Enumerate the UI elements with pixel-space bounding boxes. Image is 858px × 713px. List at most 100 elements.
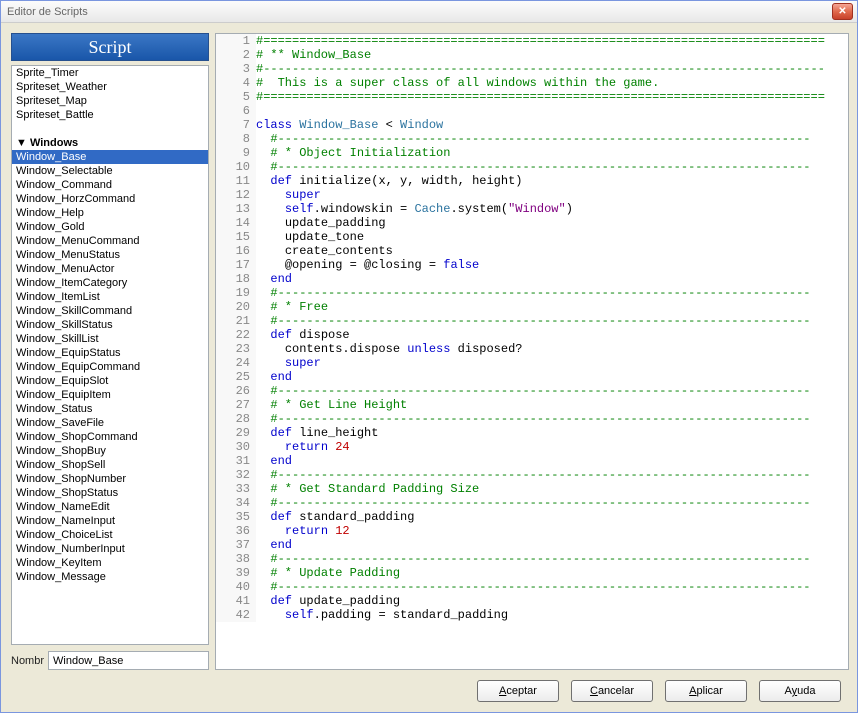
code-line[interactable]: 15 update_tone <box>216 230 848 244</box>
list-item[interactable]: Spriteset_Weather <box>12 80 208 94</box>
list-item[interactable]: Window_ShopCommand <box>12 430 208 444</box>
code-text[interactable]: #---------------------------------------… <box>256 496 848 510</box>
list-item[interactable]: Window_ItemList <box>12 290 208 304</box>
code-line[interactable]: 16 create_contents <box>216 244 848 258</box>
code-line[interactable]: 24 super <box>216 356 848 370</box>
code-text[interactable]: update_tone <box>256 230 848 244</box>
list-item[interactable]: Window_Selectable <box>12 164 208 178</box>
list-item[interactable]: Window_NumberInput <box>12 542 208 556</box>
code-line[interactable]: 3#--------------------------------------… <box>216 62 848 76</box>
list-item[interactable]: Window_Message <box>12 570 208 584</box>
code-text[interactable]: end <box>256 370 848 384</box>
list-item[interactable]: Window_Help <box>12 206 208 220</box>
code-text[interactable]: create_contents <box>256 244 848 258</box>
code-text[interactable]: @opening = @closing = false <box>256 258 848 272</box>
accept-button[interactable]: Aceptar <box>477 680 559 702</box>
code-line[interactable]: 28 #------------------------------------… <box>216 412 848 426</box>
code-text[interactable]: return 24 <box>256 440 848 454</box>
code-text[interactable]: #---------------------------------------… <box>256 286 848 300</box>
list-item[interactable]: Window_NameInput <box>12 514 208 528</box>
list-item[interactable]: Window_NameEdit <box>12 500 208 514</box>
code-text[interactable]: #=======================================… <box>256 34 848 48</box>
list-item[interactable]: Window_Gold <box>12 220 208 234</box>
code-line[interactable]: 32 #------------------------------------… <box>216 468 848 482</box>
help-button[interactable]: Ayuda <box>759 680 841 702</box>
code-line[interactable]: 42 self.padding = standard_padding <box>216 608 848 622</box>
list-item[interactable]: Window_Base <box>12 150 208 164</box>
code-text[interactable]: #---------------------------------------… <box>256 160 848 174</box>
code-line[interactable]: 11 def initialize(x, y, width, height) <box>216 174 848 188</box>
code-line[interactable]: 41 def update_padding <box>216 594 848 608</box>
list-item[interactable]: Window_MenuStatus <box>12 248 208 262</box>
list-item[interactable]: Window_SaveFile <box>12 416 208 430</box>
code-text[interactable]: def update_padding <box>256 594 848 608</box>
list-item[interactable]: Window_HorzCommand <box>12 192 208 206</box>
code-line[interactable]: 26 #------------------------------------… <box>216 384 848 398</box>
code-text[interactable]: end <box>256 454 848 468</box>
code-text[interactable]: update_padding <box>256 216 848 230</box>
code-line[interactable]: 40 #------------------------------------… <box>216 580 848 594</box>
list-item[interactable]: Window_EquipItem <box>12 388 208 402</box>
code-line[interactable]: 1#======================================… <box>216 34 848 48</box>
code-line[interactable]: 34 #------------------------------------… <box>216 496 848 510</box>
list-item[interactable]: Window_MenuActor <box>12 262 208 276</box>
code-text[interactable]: # ** Window_Base <box>256 48 848 62</box>
code-text[interactable]: def dispose <box>256 328 848 342</box>
list-item[interactable]: Window_ShopStatus <box>12 486 208 500</box>
code-text[interactable]: super <box>256 188 848 202</box>
list-item[interactable]: Window_Command <box>12 178 208 192</box>
code-line[interactable]: 17 @opening = @closing = false <box>216 258 848 272</box>
code-line[interactable]: 25 end <box>216 370 848 384</box>
code-line[interactable]: 30 return 24 <box>216 440 848 454</box>
code-line[interactable]: 35 def standard_padding <box>216 510 848 524</box>
code-editor[interactable]: 1#======================================… <box>216 34 848 669</box>
list-item[interactable]: Window_SkillCommand <box>12 304 208 318</box>
name-input[interactable] <box>48 651 209 670</box>
code-text[interactable]: # * Object Initialization <box>256 146 848 160</box>
code-text[interactable]: #---------------------------------------… <box>256 552 848 566</box>
code-line[interactable]: 9 # * Object Initialization <box>216 146 848 160</box>
code-text[interactable]: #=======================================… <box>256 90 848 104</box>
code-line[interactable]: 38 #------------------------------------… <box>216 552 848 566</box>
code-text[interactable]: def line_height <box>256 426 848 440</box>
code-line[interactable]: 18 end <box>216 272 848 286</box>
code-line[interactable]: 2# ** Window_Base <box>216 48 848 62</box>
code-line[interactable]: 10 #------------------------------------… <box>216 160 848 174</box>
code-line[interactable]: 8 #-------------------------------------… <box>216 132 848 146</box>
code-text[interactable]: #---------------------------------------… <box>256 384 848 398</box>
code-line[interactable]: 6 <box>216 104 848 118</box>
list-item[interactable]: Window_EquipStatus <box>12 346 208 360</box>
code-line[interactable]: 4# This is a super class of all windows … <box>216 76 848 90</box>
code-line[interactable]: 39 # * Update Padding <box>216 566 848 580</box>
code-line[interactable]: 27 # * Get Line Height <box>216 398 848 412</box>
list-item[interactable]: Sprite_Timer <box>12 66 208 80</box>
code-text[interactable]: # This is a super class of all windows w… <box>256 76 848 90</box>
code-text[interactable]: return 12 <box>256 524 848 538</box>
code-text[interactable]: # * Update Padding <box>256 566 848 580</box>
code-line[interactable]: 19 #------------------------------------… <box>216 286 848 300</box>
list-item[interactable]: Window_ItemCategory <box>12 276 208 290</box>
close-button[interactable]: ✕ <box>832 3 853 20</box>
code-text[interactable]: # * Get Standard Padding Size <box>256 482 848 496</box>
code-line[interactable]: 29 def line_height <box>216 426 848 440</box>
code-line[interactable]: 22 def dispose <box>216 328 848 342</box>
code-line[interactable]: 31 end <box>216 454 848 468</box>
script-list[interactable]: Sprite_TimerSpriteset_WeatherSpriteset_M… <box>12 66 208 644</box>
code-text[interactable]: self.padding = standard_padding <box>256 608 848 622</box>
apply-button[interactable]: Aplicar <box>665 680 747 702</box>
code-text[interactable]: self.windowskin = Cache.system("Window") <box>256 202 848 216</box>
list-item[interactable]: Spriteset_Map <box>12 94 208 108</box>
code-text[interactable]: # * Get Line Height <box>256 398 848 412</box>
list-item[interactable]: Window_ShopBuy <box>12 444 208 458</box>
code-text[interactable]: def standard_padding <box>256 510 848 524</box>
list-item[interactable]: Window_ChoiceList <box>12 528 208 542</box>
list-item[interactable]: Window_ShopSell <box>12 458 208 472</box>
code-line[interactable]: 14 update_padding <box>216 216 848 230</box>
code-line[interactable]: 13 self.windowskin = Cache.system("Windo… <box>216 202 848 216</box>
code-text[interactable]: #---------------------------------------… <box>256 314 848 328</box>
code-text[interactable]: #---------------------------------------… <box>256 62 848 76</box>
list-item[interactable]: Spriteset_Battle <box>12 108 208 122</box>
code-text[interactable]: #---------------------------------------… <box>256 412 848 426</box>
code-text[interactable]: end <box>256 272 848 286</box>
code-text[interactable]: class Window_Base < Window <box>256 118 848 132</box>
